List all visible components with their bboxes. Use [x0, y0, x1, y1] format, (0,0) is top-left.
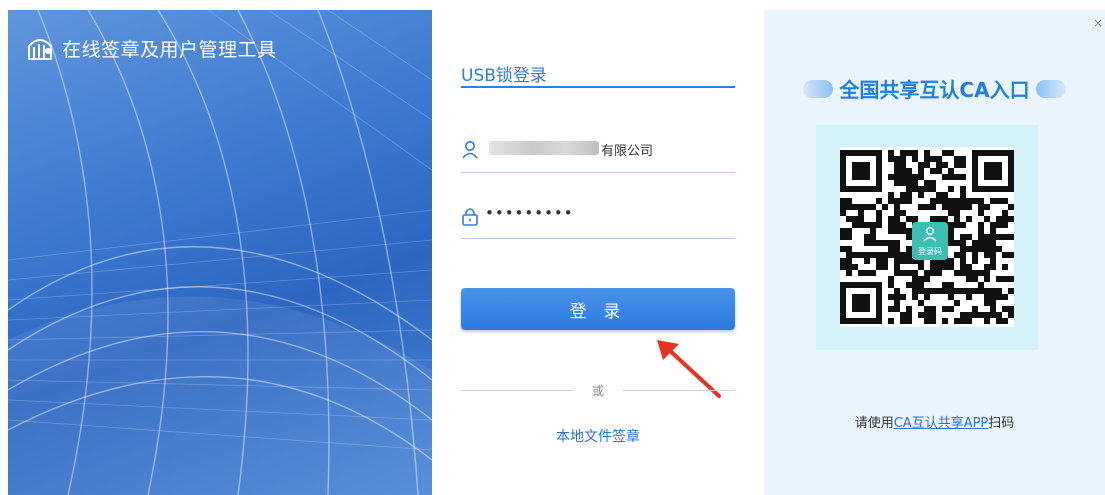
local-file-sign-link[interactable]: 本地文件签章: [461, 426, 735, 446]
qr-container: 登录码: [816, 125, 1038, 350]
brand: 在线签章及用户管理工具: [26, 34, 277, 62]
architecture-illustration: [8, 10, 432, 495]
redacted-text: [489, 141, 599, 155]
ca-title-text: 全国共享互认CA入口: [839, 78, 1030, 102]
decor-pill-right: [1035, 79, 1066, 98]
username-field[interactable]: 有限公司: [461, 134, 735, 173]
username-value: 有限公司: [601, 144, 654, 159]
scan-instruction: 请使用CA互认共享APP扫码: [764, 412, 1105, 431]
tab-usb-login[interactable]: USB锁登录: [461, 61, 547, 86]
user-icon: [923, 227, 937, 242]
qr-code[interactable]: 登录码: [840, 147, 1014, 327]
tab-underline: [461, 86, 735, 88]
scan-suffix: 扫码: [988, 416, 1015, 431]
password-field[interactable]: •••••••••: [461, 200, 735, 239]
user-icon: [462, 141, 478, 159]
ca-title: 全国共享互认CA入口: [764, 74, 1105, 103]
banner-image: 在线签章及用户管理工具: [8, 10, 432, 495]
qr-badge-label: 登录码: [918, 247, 942, 256]
password-value: •••••••••: [485, 204, 574, 222]
ca-panel: × 全国共享互认CA入口 登录码 请使用CA互认共享APP扫码: [764, 10, 1105, 495]
decor-pill-left: [803, 79, 834, 98]
ca-app-link[interactable]: CA互认共享APP: [894, 416, 989, 431]
login-button[interactable]: 登 录: [461, 288, 735, 330]
qr-badge: 登录码: [912, 222, 948, 260]
close-icon[interactable]: ×: [1093, 16, 1103, 30]
app-title: 在线签章及用户管理工具: [62, 38, 277, 61]
lock-icon: [462, 208, 478, 226]
or-divider: 或: [461, 384, 735, 398]
app-logo-icon: [28, 39, 52, 60]
scan-prefix: 请使用: [854, 416, 894, 431]
